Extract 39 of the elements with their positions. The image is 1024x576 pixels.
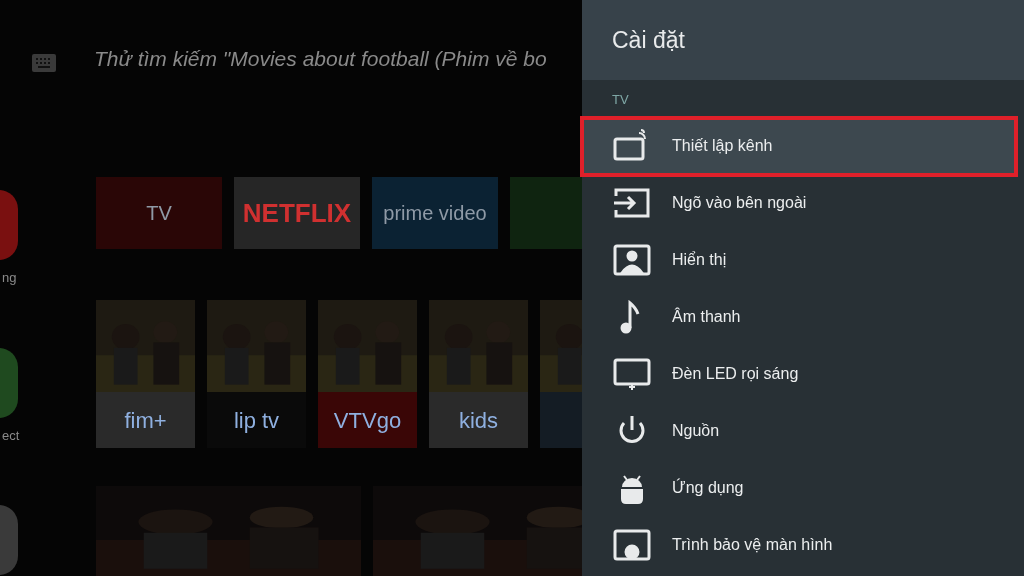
- app-tile[interactable]: TV: [96, 177, 222, 249]
- channel-name: lip tv: [233, 406, 280, 435]
- item-label: Ứng dụng: [672, 477, 744, 498]
- app-label: ng: [2, 269, 17, 287]
- channel-tile[interactable]: fim+: [96, 392, 195, 448]
- settings-item[interactable]: Hiển thị: [582, 231, 1024, 289]
- app-label: ect: [2, 426, 20, 445]
- app-name: prime video: [383, 201, 487, 226]
- channel-tile[interactable]: lip tv: [207, 392, 306, 448]
- display-icon: [612, 243, 652, 277]
- item-label: Nguồn: [672, 421, 720, 441]
- channel-name: kids: [458, 406, 499, 435]
- settings-item[interactable]: Ngõ vào bên ngoài: [582, 174, 1024, 232]
- settings-item[interactable]: Thiết lập kênh: [582, 117, 1016, 175]
- channel-tile[interactable]: VTVgo: [318, 392, 417, 448]
- settings-item[interactable]: Trình bảo vệ màn hình: [582, 516, 1024, 574]
- search-hint[interactable]: Thử tìm kiếm "Movies about football (Phim về bo: [94, 42, 547, 74]
- item-label: Âm thanh: [672, 306, 741, 327]
- item-label: Ngõ vào bên ngoài: [672, 193, 807, 213]
- settings-item[interactable]: Nguồn: [582, 402, 1024, 460]
- screensaver-icon: [612, 528, 652, 562]
- item-label: Trình bảo vệ màn hình: [672, 535, 833, 555]
- app-name: TV: [146, 201, 172, 226]
- settings-item[interactable]: Âm thanh: [582, 288, 1024, 346]
- item-label: Hiển thị: [672, 250, 727, 270]
- input-icon: [612, 186, 652, 220]
- channel-name: fim+: [124, 406, 167, 435]
- keyboard-icon[interactable]: [32, 54, 56, 72]
- tv-icon: [612, 357, 652, 391]
- settings-item[interactable]: Ứng dụng: [582, 459, 1024, 517]
- channel-name: VTVgo: [333, 406, 402, 435]
- settings-item[interactable]: Đèn LED rọi sáng: [582, 345, 1024, 403]
- app-name: NETFLIX: [242, 196, 352, 230]
- channel-tile[interactable]: kids: [429, 392, 528, 448]
- item-label: Đèn LED rọi sáng: [672, 364, 799, 384]
- panel-title: Cài đặt: [612, 25, 685, 55]
- section-label: TV: [611, 91, 630, 109]
- app-tile[interactable]: prime video: [372, 177, 498, 249]
- item-label: Thiết lập kênh: [672, 136, 773, 156]
